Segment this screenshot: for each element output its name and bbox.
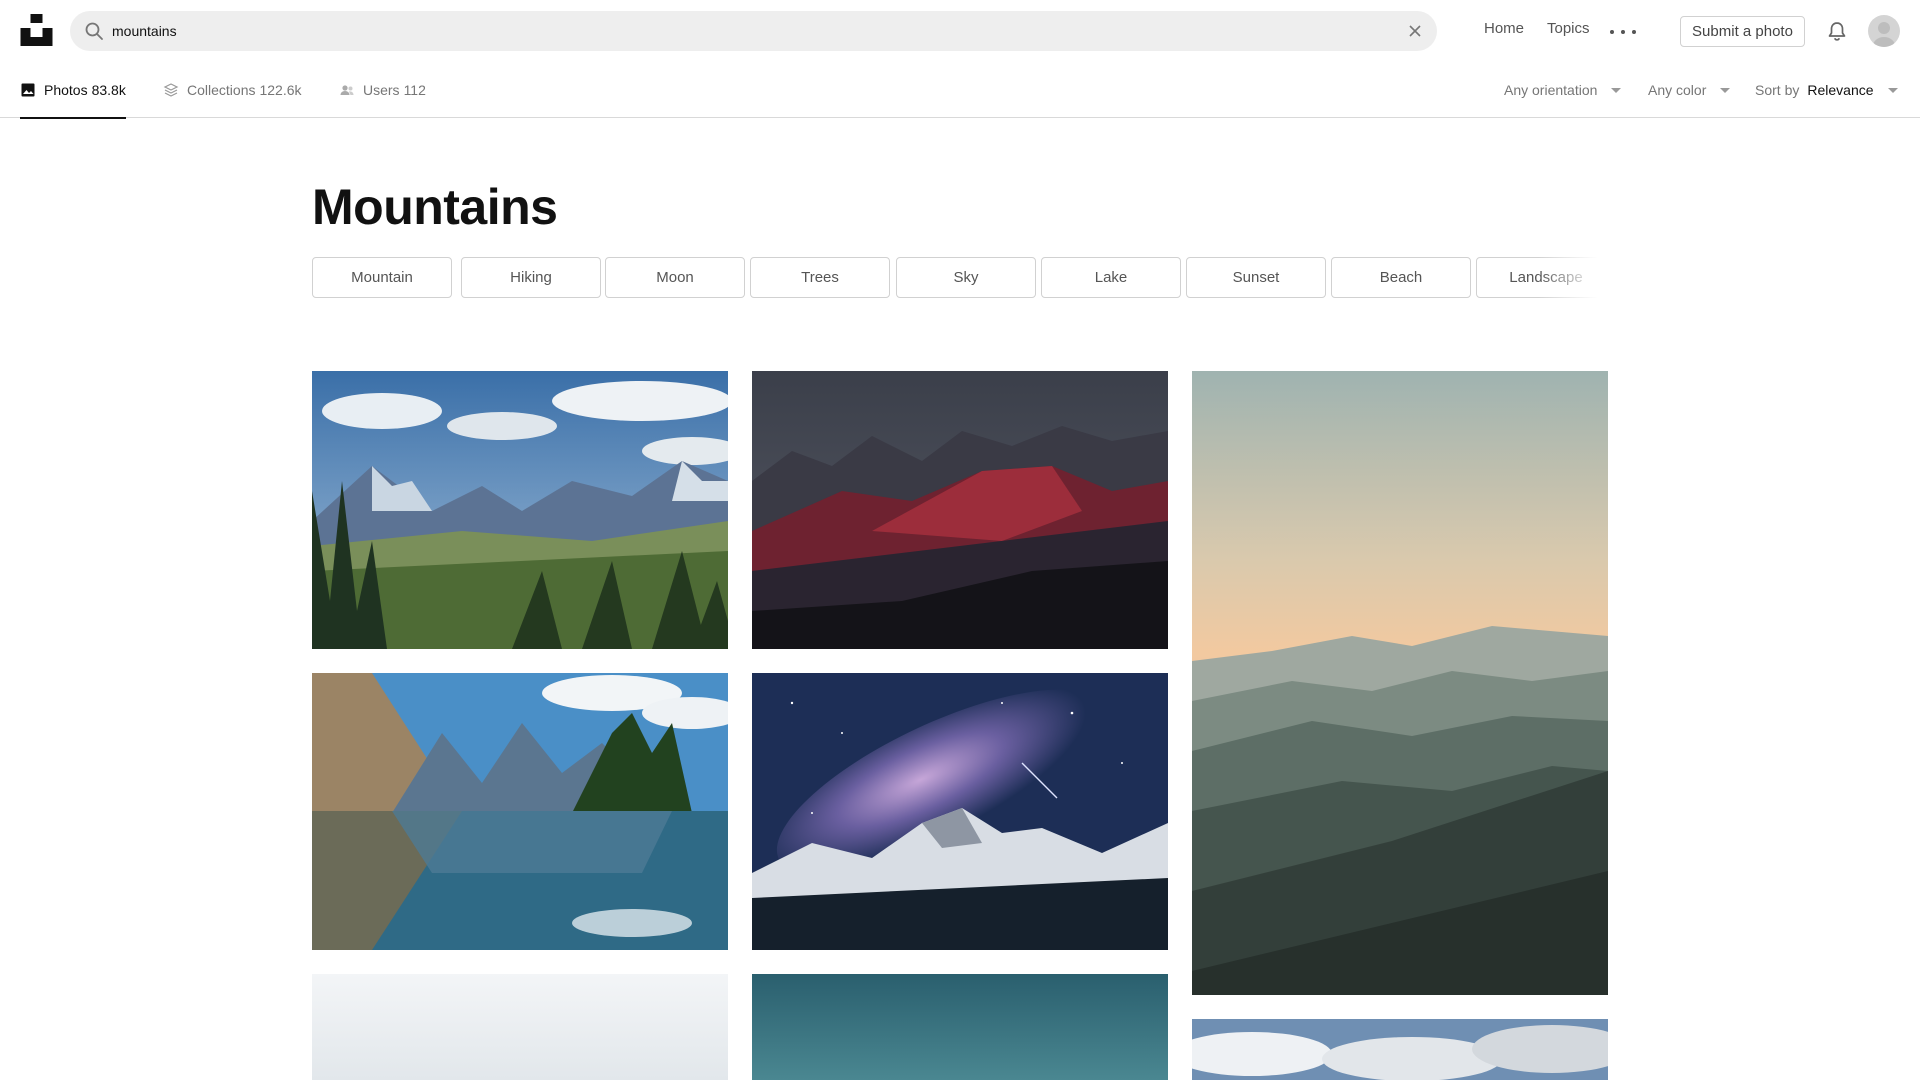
chevron-down-icon — [1611, 87, 1622, 93]
color-filter-label: Any color — [1648, 82, 1707, 98]
search-subnav: Photos 83.8k Collections 122.6k Users 112 A… — [0, 62, 1920, 119]
unsplash-logo-icon[interactable] — [20, 14, 53, 46]
sort-filter[interactable]: Sort by Relevance — [1755, 62, 1898, 118]
tag-landscape[interactable]: Landscape — [1476, 257, 1608, 298]
tab-users[interactable]: Users 112 — [339, 62, 426, 118]
tab-collections[interactable]: Collections 122.6k — [163, 62, 302, 118]
tab-photos-count: 83.8k — [91, 82, 126, 98]
tag-hiking[interactable]: Hiking — [461, 257, 601, 298]
nav-topics-link[interactable]: Topics — [1547, 20, 1590, 37]
tag-beach[interactable]: Beach — [1331, 257, 1471, 298]
tab-photos-label: Photos — [44, 82, 88, 98]
sort-prefix: Sort by — [1755, 82, 1800, 98]
photo-misty-white[interactable] — [312, 974, 728, 1080]
tag-trees[interactable]: Trees — [750, 257, 890, 298]
tag-moon[interactable]: Moon — [605, 257, 745, 298]
top-header: Home Topics Submit a photo — [0, 0, 1920, 62]
sort-value: Relevance — [1807, 82, 1874, 98]
close-icon[interactable] — [1405, 21, 1425, 41]
color-filter[interactable]: Any color — [1648, 62, 1731, 118]
photo-cloud-sky[interactable] — [1192, 1019, 1608, 1080]
photo-teal-sky[interactable] — [752, 974, 1168, 1080]
image-icon — [21, 83, 35, 97]
tag-sunset[interactable]: Sunset — [1186, 257, 1326, 298]
chevron-down-icon — [1720, 87, 1731, 93]
search-icon[interactable] — [84, 21, 104, 41]
tag-sky[interactable]: Sky — [896, 257, 1036, 298]
submit-photo-button[interactable]: Submit a photo — [1680, 16, 1805, 47]
tab-users-label: Users — [363, 82, 400, 98]
search-input[interactable] — [112, 11, 1372, 51]
page-title: Mountains — [312, 179, 558, 235]
avatar[interactable] — [1868, 15, 1900, 47]
tag-lake[interactable]: Lake — [1041, 257, 1181, 298]
layers-icon — [163, 83, 179, 97]
more-dots-icon[interactable] — [1610, 22, 1636, 42]
photo-sunset-hills[interactable] — [1192, 371, 1608, 995]
tab-collections-label: Collections — [187, 82, 256, 98]
photo-lake-reflection[interactable] — [312, 673, 728, 950]
photo-valley-mountains[interactable] — [312, 371, 728, 649]
orientation-filter[interactable]: Any orientation — [1504, 62, 1622, 118]
bell-icon[interactable] — [1826, 20, 1848, 42]
tab-users-count: 112 — [403, 82, 426, 98]
users-icon — [340, 85, 354, 95]
tab-collections-count: 122.6k — [259, 82, 302, 98]
tag-mountain[interactable]: Mountain — [312, 257, 452, 298]
search-bar — [70, 11, 1437, 51]
related-tags: Mountain Hiking Moon Trees Sky Lake Suns… — [312, 257, 1608, 299]
chevron-down-icon — [1887, 87, 1898, 93]
tab-photos[interactable]: Photos 83.8k — [20, 62, 126, 119]
photo-milky-way[interactable] — [752, 673, 1168, 950]
nav-home-link[interactable]: Home — [1484, 20, 1524, 37]
orientation-filter-label: Any orientation — [1504, 82, 1598, 98]
photo-red-mountains[interactable] — [752, 371, 1168, 649]
